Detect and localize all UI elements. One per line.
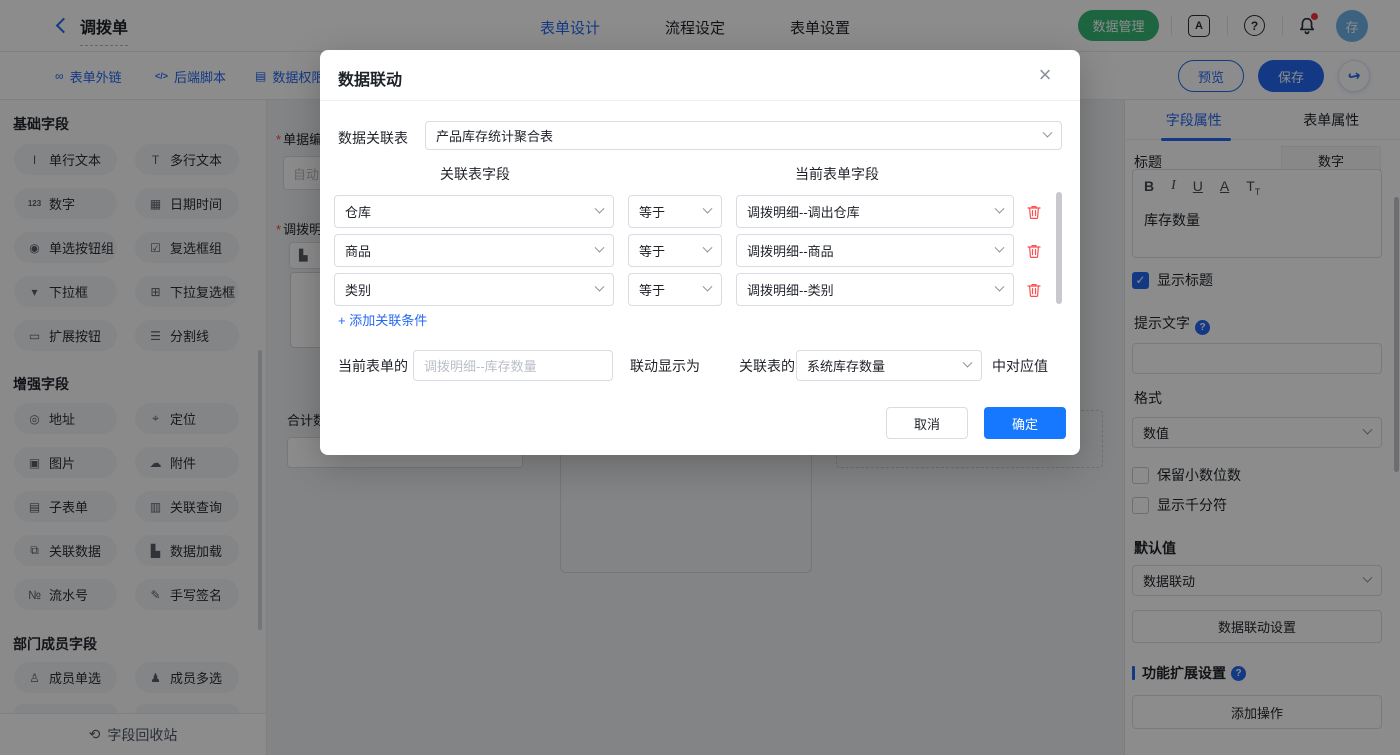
condition-left-select[interactable]: 类别 xyxy=(334,273,614,306)
chevron-down-icon xyxy=(703,282,713,292)
chevron-down-icon xyxy=(1043,128,1053,138)
column-header-right: 当前表单字段 xyxy=(795,164,879,184)
relation-table-select[interactable]: 产品库存统计聚合表 xyxy=(425,121,1062,150)
condition-right-select[interactable]: 调拨明细--类别 xyxy=(736,273,1014,306)
form-designer-app: 调拨单 表单设计 流程设定 表单设置 数据管理 A ? 存 ∞ 表单外链 </>… xyxy=(0,0,1400,755)
cancel-button[interactable]: 取消 xyxy=(886,407,968,439)
condition-right-select[interactable]: 调拨明细--商品 xyxy=(736,234,1014,267)
chevron-down-icon xyxy=(595,204,605,214)
confirm-button[interactable]: 确定 xyxy=(984,407,1066,439)
delete-condition-icon[interactable] xyxy=(1026,204,1042,220)
modal-divider xyxy=(320,100,1080,101)
chevron-down-icon xyxy=(963,358,973,368)
add-condition-link[interactable]: + 添加关联条件 xyxy=(338,310,427,329)
chevron-down-icon xyxy=(995,204,1005,214)
chevron-down-icon xyxy=(995,243,1005,253)
chevron-down-icon xyxy=(703,243,713,253)
condition-left-select[interactable]: 商品 xyxy=(334,234,614,267)
chevron-down-icon xyxy=(995,282,1005,292)
data-linkage-modal: 数据联动 × 数据关联表 产品库存统计聚合表 关联表字段 当前表单字段 仓库 等… xyxy=(320,50,1080,455)
relation-of-label: 关联表的 xyxy=(739,356,795,376)
delete-condition-icon[interactable] xyxy=(1026,243,1042,259)
condition-right-select[interactable]: 调拨明细--调出仓库 xyxy=(736,195,1014,228)
relation-table-label: 数据关联表 xyxy=(338,128,408,148)
corresponding-value-label: 中对应值 xyxy=(992,356,1048,376)
chevron-down-icon xyxy=(595,282,605,292)
current-field-input[interactable]: 调拨明细--库存数量 xyxy=(413,350,613,381)
chevron-down-icon xyxy=(595,243,605,253)
condition-op-select[interactable]: 等于 xyxy=(628,195,722,228)
close-icon[interactable]: × xyxy=(1030,60,1060,90)
chevron-down-icon xyxy=(703,204,713,214)
condition-op-select[interactable]: 等于 xyxy=(628,273,722,306)
condition-left-select[interactable]: 仓库 xyxy=(334,195,614,228)
relation-field-select[interactable]: 系统库存数量 xyxy=(796,350,982,381)
modal-title: 数据联动 xyxy=(338,66,402,90)
condition-op-select[interactable]: 等于 xyxy=(628,234,722,267)
current-form-label: 当前表单的 xyxy=(338,356,408,376)
conditions-scrollbar[interactable] xyxy=(1056,192,1062,304)
linkage-display-label: 联动显示为 xyxy=(630,356,700,376)
column-header-left: 关联表字段 xyxy=(440,164,510,184)
current-field-placeholder: 调拨明细--库存数量 xyxy=(424,356,537,375)
delete-condition-icon[interactable] xyxy=(1026,282,1042,298)
